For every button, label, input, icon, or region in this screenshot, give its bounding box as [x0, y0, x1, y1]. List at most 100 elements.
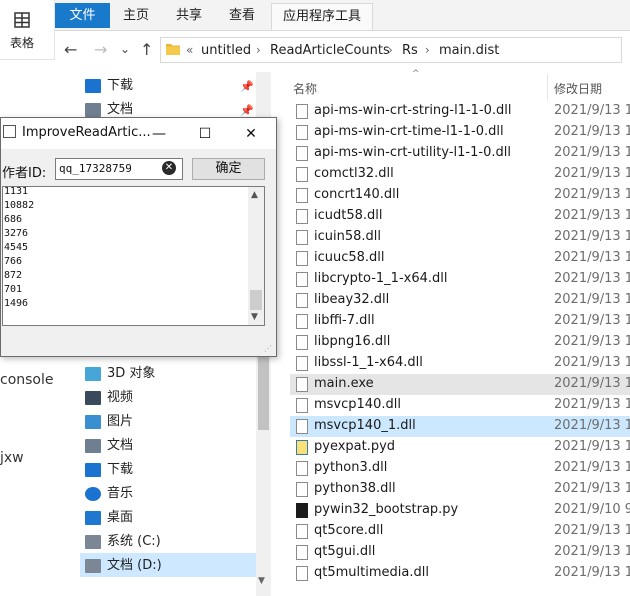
file-row[interactable]: qt5multimedia.dll 2021/9/13 17	[290, 563, 630, 584]
file-date: 2021/9/13 17	[554, 250, 630, 265]
nav-item-label: 下载	[107, 462, 134, 477]
nav-item-label: 视频	[107, 390, 134, 405]
column-divider[interactable]	[547, 74, 548, 100]
file-name: libeay32.dll	[314, 292, 390, 307]
breadcrumb-sep[interactable]: ›	[425, 43, 430, 57]
file-date: 2021/9/13 17	[554, 166, 630, 181]
file-row[interactable]: api-ms-win-crt-string-l1-1-0.dll 2021/9/1…	[290, 101, 630, 122]
file-date: 2021/9/13 17	[554, 229, 630, 244]
file-row[interactable]: concrt140.dll 2021/9/13 17	[290, 185, 630, 206]
pyd-file-icon	[296, 440, 308, 455]
maximize-button[interactable]: ☐	[182, 121, 228, 147]
output-line: 1496	[4, 298, 29, 309]
breadcrumb-sep[interactable]: ›	[256, 43, 261, 57]
file-name: api-ms-win-crt-string-l1-1-0.dll	[314, 103, 512, 118]
breadcrumb-rs[interactable]: Rs	[402, 43, 418, 58]
scroll-up-icon[interactable]: ▲	[251, 190, 258, 200]
file-date: 2021/9/13 17	[554, 334, 630, 349]
back-button[interactable]: ←	[64, 40, 77, 59]
breadcrumb-sep[interactable]: ›	[388, 43, 393, 57]
file-date: 2021/9/13 17	[554, 418, 630, 433]
nav-item[interactable]: 文档 (D:)	[85, 555, 162, 577]
file-name: icudt58.dll	[314, 208, 383, 223]
clear-input-icon[interactable]: ✕	[162, 161, 176, 175]
output-scrollbar-thumb[interactable]	[250, 290, 262, 310]
file-row[interactable]: libffi-7.dll 2021/9/13 17	[290, 311, 630, 332]
file-name: libcrypto-1_1-x64.dll	[314, 271, 448, 286]
file-name: qt5core.dll	[314, 523, 384, 538]
close-button[interactable]: ✕	[228, 121, 274, 147]
nav-item[interactable]: 系统 (C:)	[85, 531, 161, 553]
breadcrumb-overflow[interactable]: «	[186, 43, 193, 57]
file-name: comctl32.dll	[314, 166, 394, 181]
file-row[interactable]: python38.dll 2021/9/13 17	[290, 479, 630, 500]
nav-item-label: 系统 (C:)	[107, 534, 161, 549]
tab-application-tools[interactable]: 应用程序工具	[271, 3, 373, 30]
nav-item[interactable]: 桌面	[85, 507, 133, 529]
dll-file-icon	[296, 545, 308, 560]
breadcrumb-untitled[interactable]: untitled	[201, 43, 251, 58]
resize-grip-icon[interactable]: ⋰	[264, 344, 272, 353]
breadcrumb-readarticlecounts[interactable]: ReadArticleCounts	[270, 43, 390, 58]
dll-file-icon	[296, 482, 308, 497]
nav-item[interactable]: 3D 对象	[85, 363, 155, 385]
file-row[interactable]: pyexpat.pyd 2021/9/13 17	[290, 437, 630, 458]
dll-file-icon	[296, 314, 308, 329]
file-date: 2021/9/13 17	[554, 208, 630, 223]
column-header-date[interactable]: 修改日期	[554, 80, 602, 97]
tab-home[interactable]: 主页	[123, 3, 149, 28]
file-row[interactable]: msvcp140.dll 2021/9/13 17	[290, 395, 630, 416]
file-row[interactable]: python3.dll 2021/9/13 17	[290, 458, 630, 479]
file-date: 2021/9/13 17	[554, 355, 630, 370]
up-button[interactable]: ↑	[140, 40, 153, 59]
recent-locations-button[interactable]: ⌄	[120, 42, 130, 56]
scroll-down-icon[interactable]: ▼	[251, 312, 258, 322]
output-textarea[interactable]	[2, 186, 265, 326]
file-row[interactable]: qt5core.dll 2021/9/13 17	[290, 521, 630, 542]
video-icon	[85, 390, 101, 405]
file-date: 2021/9/13 17	[554, 313, 630, 328]
column-header-name[interactable]: 名称	[293, 80, 317, 97]
nav-item[interactable]: 文档	[85, 435, 133, 457]
nav-item[interactable]: 图片	[85, 411, 133, 433]
nav-item[interactable]: 下载	[85, 459, 133, 481]
file-name: qt5multimedia.dll	[314, 565, 429, 580]
file-row[interactable]: comctl32.dll 2021/9/13 17	[290, 164, 630, 185]
tab-view[interactable]: 查看	[229, 3, 255, 28]
file-date: 2021/9/13 17	[554, 544, 630, 559]
file-row[interactable]: icuuc58.dll 2021/9/13 17	[290, 248, 630, 269]
file-row[interactable]: libcrypto-1_1-x64.dll 2021/9/13 17	[290, 269, 630, 290]
tab-share[interactable]: 共享	[176, 3, 202, 28]
file-row[interactable]: qt5gui.dll 2021/9/13 17	[290, 542, 630, 563]
file-row[interactable]: pywin32_bootstrap.py 2021/9/10 9:	[290, 500, 630, 521]
file-row[interactable]: api-ms-win-crt-time-l1-1-0.dll 2021/9/13 …	[290, 122, 630, 143]
output-line: 10882	[4, 200, 35, 211]
file-date: 2021/9/13 17	[554, 271, 630, 286]
file-date: 2021/9/13 17	[554, 376, 630, 391]
dll-file-icon	[296, 461, 308, 476]
file-row[interactable]: libpng16.dll 2021/9/13 17	[290, 332, 630, 353]
forward-button[interactable]: →	[94, 40, 107, 59]
confirm-button[interactable]: 确定	[192, 158, 265, 180]
tab-file[interactable]: 文件	[55, 3, 110, 28]
file-row[interactable]: libeay32.dll 2021/9/13 17	[290, 290, 630, 311]
file-row[interactable]: main.exe 2021/9/13 17	[290, 374, 630, 395]
file-row[interactable]: msvcp140_1.dll 2021/9/13 17	[290, 416, 630, 437]
file-row[interactable]: icuin58.dll 2021/9/13 17	[290, 227, 630, 248]
cube-3d-icon	[85, 366, 101, 381]
file-row[interactable]: api-ms-win-crt-utility-l1-1-0.dll 2021/9/…	[290, 143, 630, 164]
file-row[interactable]: icudt58.dll 2021/9/13 17	[290, 206, 630, 227]
file-name: msvcp140_1.dll	[314, 418, 416, 433]
file-name: pyexpat.pyd	[314, 439, 396, 454]
minimize-button[interactable]: —	[136, 121, 182, 147]
nav-item[interactable]: 下载	[85, 75, 133, 97]
dll-file-icon	[296, 251, 308, 266]
table-button[interactable]: 表格	[0, 0, 55, 60]
nav-item[interactable]: 音乐	[85, 483, 133, 505]
file-row[interactable]: libssl-1_1-x64.dll 2021/9/13 17	[290, 353, 630, 374]
dll-file-icon	[296, 146, 308, 161]
nav-scroll-down-icon[interactable]: ▼	[258, 576, 265, 586]
breadcrumb-main-dist[interactable]: main.dist	[439, 43, 499, 58]
file-date: 2021/9/13 17	[554, 439, 630, 454]
nav-item[interactable]: 视频	[85, 387, 133, 409]
